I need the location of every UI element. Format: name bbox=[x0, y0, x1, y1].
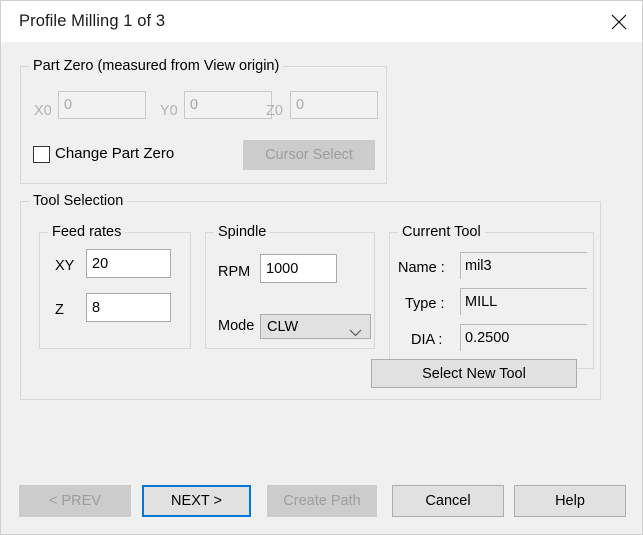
prev-button[interactable]: < PREV bbox=[19, 485, 131, 517]
spindle-group-title: Spindle bbox=[214, 224, 271, 240]
y0-label: Y0 bbox=[160, 103, 178, 119]
part-zero-group-title: Part Zero (measured from View origin) bbox=[29, 58, 284, 74]
next-button[interactable]: NEXT > bbox=[142, 485, 251, 517]
mode-label: Mode bbox=[218, 318, 255, 334]
cancel-button[interactable]: Cancel bbox=[392, 485, 504, 517]
tool-selection-group: Tool Selection Feed rates XY Z Spindle R… bbox=[20, 193, 601, 400]
z0-input[interactable] bbox=[290, 91, 378, 119]
profile-milling-dialog: Profile Milling 1 of 3 Part Zero (measur… bbox=[0, 0, 643, 535]
x0-input[interactable] bbox=[58, 91, 146, 119]
feed-rates-group: Feed rates XY Z bbox=[39, 224, 191, 349]
close-button[interactable] bbox=[597, 1, 642, 41]
y0-input[interactable] bbox=[184, 91, 272, 119]
select-new-tool-button[interactable]: Select New Tool bbox=[371, 359, 577, 388]
tool-type-value bbox=[460, 288, 587, 315]
feed-rates-group-title: Feed rates bbox=[48, 224, 126, 240]
chevron-down-icon bbox=[349, 324, 362, 340]
rpm-input[interactable] bbox=[260, 254, 337, 283]
z0-label: Z0 bbox=[266, 103, 283, 119]
x0-label: X0 bbox=[34, 103, 52, 119]
cursor-select-button[interactable]: Cursor Select bbox=[243, 140, 375, 170]
spindle-mode-value: CLW bbox=[267, 319, 299, 335]
xy-label: XY bbox=[55, 258, 75, 274]
tool-dia-label: DIA : bbox=[411, 332, 443, 348]
current-tool-group: Current Tool Name : Type : DIA : bbox=[389, 224, 594, 369]
z-label: Z bbox=[55, 302, 64, 318]
tool-name-value bbox=[460, 252, 587, 279]
title-bar: Profile Milling 1 of 3 bbox=[1, 1, 642, 42]
tool-selection-group-title: Tool Selection bbox=[29, 193, 128, 209]
rpm-label: RPM bbox=[218, 264, 251, 280]
change-part-zero-checkbox[interactable] bbox=[33, 146, 50, 163]
change-part-zero-label: Change Part Zero bbox=[55, 145, 175, 162]
tool-dia-value bbox=[460, 324, 587, 351]
xy-feedrate-input[interactable] bbox=[86, 249, 171, 278]
current-tool-group-title: Current Tool bbox=[398, 224, 485, 240]
tool-name-label: Name : bbox=[398, 260, 445, 276]
help-button[interactable]: Help bbox=[514, 485, 626, 517]
tool-type-label: Type : bbox=[405, 296, 445, 312]
z-feedrate-input[interactable] bbox=[86, 293, 171, 322]
window-title: Profile Milling 1 of 3 bbox=[19, 12, 166, 30]
spindle-group: Spindle RPM Mode CLW bbox=[205, 224, 375, 349]
spindle-mode-select[interactable]: CLW bbox=[260, 314, 371, 339]
create-path-button[interactable]: Create Path bbox=[267, 485, 377, 517]
